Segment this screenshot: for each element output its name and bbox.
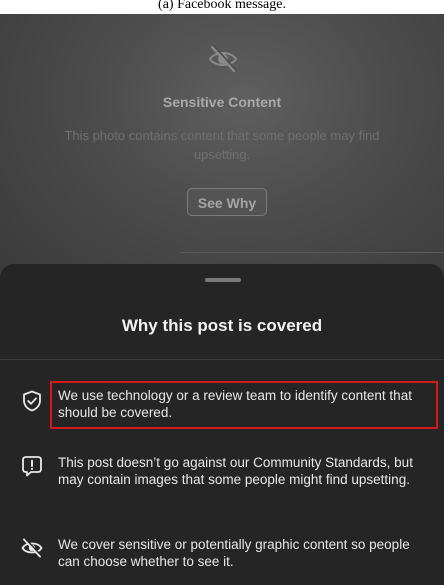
shield-check-icon bbox=[23, 390, 41, 412]
sheet-divider bbox=[0, 359, 444, 360]
alert-box-icon bbox=[22, 456, 42, 477]
bottom-sheet: Why this post is covered We use technolo… bbox=[0, 264, 444, 585]
see-why-button[interactable]: See Why bbox=[187, 188, 267, 216]
sensitive-content-cover: Sensitive Content This photo contains co… bbox=[0, 14, 444, 294]
reason-text: This post doesn’t go against our Communi… bbox=[58, 455, 413, 487]
figure-caption: (a) Facebook message. bbox=[0, 0, 444, 14]
cover-divider bbox=[180, 252, 444, 253]
cover-description: This photo contains content that some pe… bbox=[64, 128, 380, 162]
eye-slash-icon bbox=[21, 538, 43, 558]
sheet-drag-handle[interactable] bbox=[205, 278, 241, 282]
reason-text: We cover sensitive or potentially graphi… bbox=[58, 537, 410, 569]
cover-title: Sensitive Content bbox=[162, 94, 282, 110]
highlight-box bbox=[50, 381, 438, 429]
sheet-title: Why this post is covered bbox=[121, 316, 323, 335]
cover-content: Sensitive Content This photo contains co… bbox=[0, 14, 444, 254]
eye-slash-icon bbox=[208, 45, 238, 73]
